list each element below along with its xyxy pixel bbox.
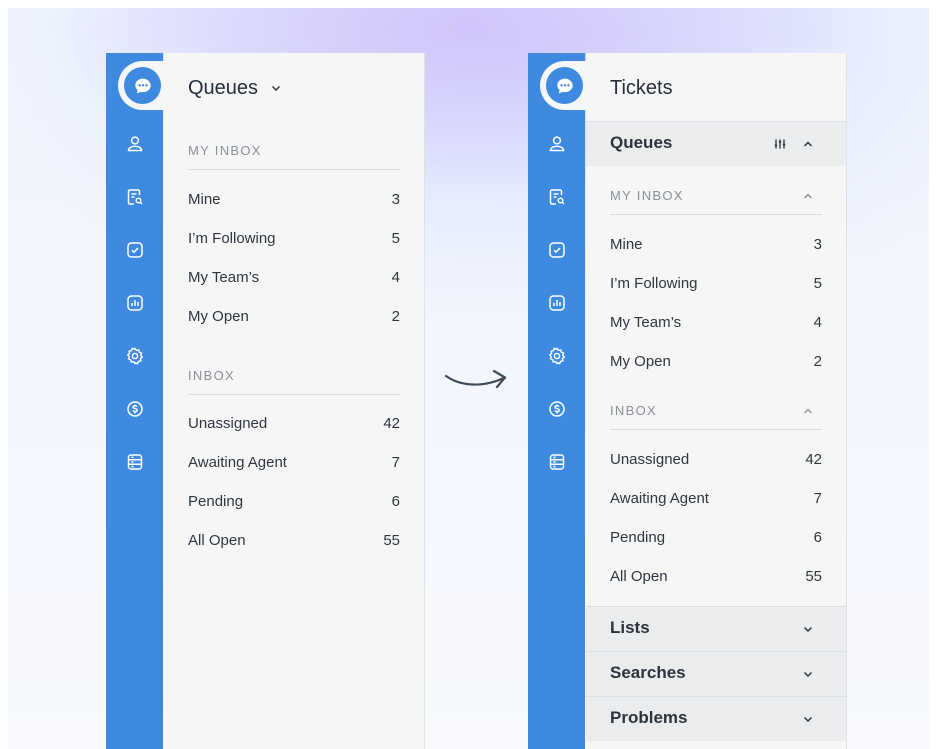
queue-item-awaiting-agent[interactable]: Awaiting Agent 7 xyxy=(188,454,400,476)
page-title: Tickets xyxy=(610,77,673,99)
searches-accordion-header[interactable]: Searches xyxy=(586,651,846,696)
queue-item-count: 6 xyxy=(391,493,400,510)
user-icon[interactable] xyxy=(124,133,145,154)
accordion-title: Searches xyxy=(610,663,686,682)
queue-item-label: Awaiting Agent xyxy=(188,454,287,471)
queue-item-unassigned[interactable]: Unassigned 42 xyxy=(188,415,400,437)
divider xyxy=(610,214,822,215)
queue-item-count: 3 xyxy=(391,191,400,208)
accordion-title: Problems xyxy=(610,708,688,727)
gear-icon[interactable] xyxy=(124,345,145,366)
chevron-down-icon[interactable] xyxy=(802,623,814,635)
queue-item-mine[interactable]: Mine 3 xyxy=(188,191,400,213)
queue-item-following[interactable]: I’m Following 5 xyxy=(610,275,822,297)
queue-item-awaiting-agent[interactable]: Awaiting Agent 7 xyxy=(610,490,822,512)
accordion-title: Lists xyxy=(610,618,650,637)
queue-item-count: 4 xyxy=(391,269,400,286)
dollar-icon[interactable] xyxy=(124,398,145,419)
queue-item-label: My Team’s xyxy=(188,269,260,286)
queue-item-all-open[interactable]: All Open 55 xyxy=(188,532,400,554)
chart-icon[interactable] xyxy=(124,292,145,313)
chevron-down-icon[interactable] xyxy=(802,668,814,680)
queue-item-count: 5 xyxy=(391,230,400,247)
chevron-up-icon[interactable] xyxy=(802,190,814,202)
queue-item-label: I’m Following xyxy=(610,275,698,292)
chat-icon[interactable] xyxy=(546,67,583,104)
divider xyxy=(188,169,400,170)
queue-item-label: Awaiting Agent xyxy=(610,490,709,507)
queue-item-label: All Open xyxy=(188,532,246,549)
chart-icon[interactable] xyxy=(546,292,567,313)
divider xyxy=(188,394,400,395)
user-icon[interactable] xyxy=(546,133,567,154)
left-rail xyxy=(106,53,167,749)
transition-arrow-icon xyxy=(444,369,507,389)
search-document-icon[interactable] xyxy=(124,186,145,207)
queue-item-mine[interactable]: Mine 3 xyxy=(610,236,822,258)
queue-item-label: My Open xyxy=(610,353,671,370)
queue-item-count: 42 xyxy=(805,451,822,468)
queue-item-label: Pending xyxy=(610,529,666,546)
queue-item-unassigned[interactable]: Unassigned 42 xyxy=(610,451,822,473)
my-inbox-label: MY INBOX xyxy=(610,188,684,203)
database-icon[interactable] xyxy=(546,451,567,472)
problems-accordion-header[interactable]: Problems xyxy=(586,696,846,741)
queue-item-following[interactable]: I’m Following 5 xyxy=(188,230,400,252)
queue-item-label: Pending xyxy=(188,493,244,510)
comparison-stage: Queues MY INBOX Mine 3 I’m Following 5 M… xyxy=(8,8,929,749)
my-inbox-label: MY INBOX xyxy=(188,143,262,158)
inbox-label: INBOX xyxy=(610,403,657,418)
queue-item-label: My Open xyxy=(188,308,249,325)
divider xyxy=(610,429,822,430)
chevron-down-icon[interactable] xyxy=(802,713,814,725)
queue-item-my-open[interactable]: My Open 2 xyxy=(188,308,400,330)
queue-item-label: All Open xyxy=(610,568,668,585)
queue-item-label: Mine xyxy=(188,191,221,208)
queues-title-dropdown[interactable]: Queues xyxy=(188,77,282,100)
queue-item-count: 55 xyxy=(383,532,400,549)
queue-item-count: 2 xyxy=(391,308,400,325)
queue-item-label: I’m Following xyxy=(188,230,276,247)
right-rail xyxy=(528,53,589,749)
queue-item-count: 5 xyxy=(813,275,822,292)
chevron-down-icon xyxy=(270,77,282,100)
inbox-label: INBOX xyxy=(188,368,235,383)
filter-sliders-icon[interactable] xyxy=(774,138,786,150)
queue-item-count: 3 xyxy=(813,236,822,253)
queue-item-all-open[interactable]: All Open 55 xyxy=(610,568,822,590)
database-icon[interactable] xyxy=(124,451,145,472)
checkbox-icon[interactable] xyxy=(124,239,145,260)
chevron-up-icon[interactable] xyxy=(802,405,814,417)
queue-item-label: Mine xyxy=(610,236,643,253)
chevron-up-icon[interactable] xyxy=(802,138,814,150)
queues-accordion-header[interactable]: Queues xyxy=(586,121,846,166)
queue-item-count: 2 xyxy=(813,353,822,370)
rail-active-tab[interactable] xyxy=(540,61,589,110)
queue-item-count: 7 xyxy=(813,490,822,507)
right-ticket-panel: Tickets Queues MY INBOX Mine 3 I’m Follo… xyxy=(586,53,847,749)
queue-item-count: 42 xyxy=(383,415,400,432)
queue-item-label: Unassigned xyxy=(188,415,268,432)
queue-item-label: My Team’s xyxy=(610,314,682,331)
queue-item-count: 7 xyxy=(391,454,400,471)
queue-item-my-teams[interactable]: My Team’s 4 xyxy=(610,314,822,336)
search-document-icon[interactable] xyxy=(546,186,567,207)
page-title: Queues xyxy=(188,77,259,99)
dollar-icon[interactable] xyxy=(546,398,567,419)
chat-icon[interactable] xyxy=(124,67,161,104)
left-queue-panel: Queues MY INBOX Mine 3 I’m Following 5 M… xyxy=(164,53,425,749)
lists-accordion-header[interactable]: Lists xyxy=(586,606,846,651)
queue-item-pending[interactable]: Pending 6 xyxy=(188,493,400,515)
queue-item-label: Unassigned xyxy=(610,451,690,468)
queue-item-count: 6 xyxy=(813,529,822,546)
checkbox-icon[interactable] xyxy=(546,239,567,260)
queue-item-my-teams[interactable]: My Team’s 4 xyxy=(188,269,400,291)
rail-active-tab[interactable] xyxy=(118,61,167,110)
gear-icon[interactable] xyxy=(546,345,567,366)
queue-item-count: 4 xyxy=(813,314,822,331)
queue-item-my-open[interactable]: My Open 2 xyxy=(610,353,822,375)
queue-item-count: 55 xyxy=(805,568,822,585)
accordion-title: Queues xyxy=(610,133,673,152)
queue-item-pending[interactable]: Pending 6 xyxy=(610,529,822,551)
